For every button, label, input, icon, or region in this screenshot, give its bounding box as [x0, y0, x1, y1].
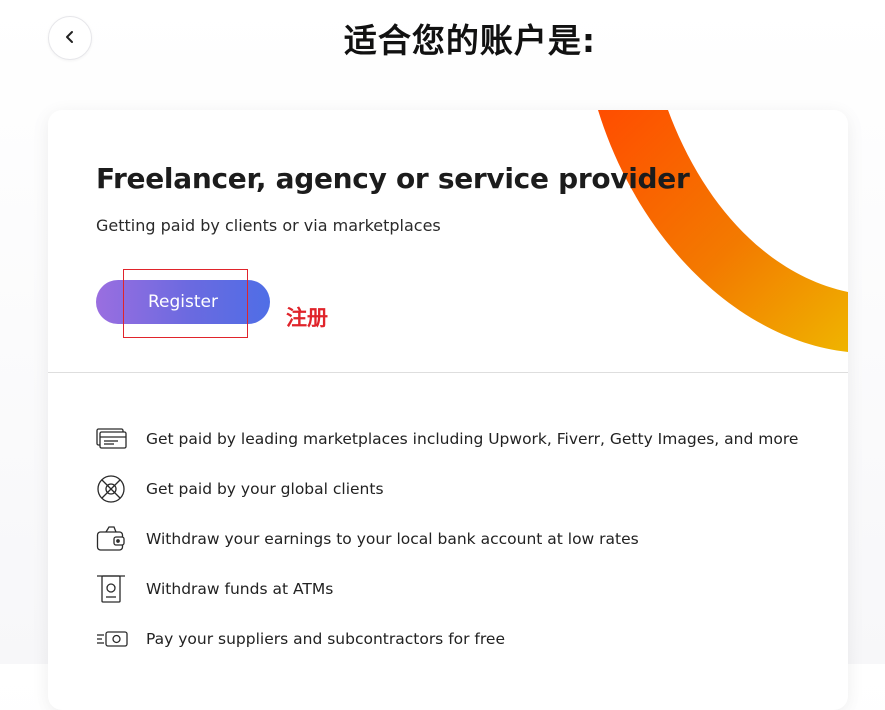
card-title: Freelancer, agency or service provider	[96, 162, 690, 195]
cash-transfer-icon	[96, 624, 130, 654]
marketplace-cards-icon	[96, 424, 130, 454]
account-type-card: Freelancer, agency or service provider G…	[48, 110, 848, 710]
feature-text: Get paid by your global clients	[146, 480, 384, 498]
feature-item: Withdraw funds at ATMs	[96, 564, 798, 614]
wallet-icon	[96, 524, 130, 554]
page-title: 适合您的账户是:	[343, 21, 597, 60]
atm-icon	[96, 574, 130, 604]
feature-text: Pay your suppliers and subcontractors fo…	[146, 630, 505, 648]
divider	[48, 372, 848, 373]
highlight-box	[123, 269, 248, 338]
globe-icon	[96, 474, 130, 504]
feature-item: Pay your suppliers and subcontractors fo…	[96, 614, 798, 664]
feature-text: Withdraw funds at ATMs	[146, 580, 334, 598]
feature-item: Withdraw your earnings to your local ban…	[96, 514, 798, 564]
feature-text: Withdraw your earnings to your local ban…	[146, 530, 639, 548]
card-subtitle: Getting paid by clients or via marketpla…	[96, 216, 441, 235]
annotation-label: 注册	[286, 306, 328, 330]
feature-list: Get paid by leading marketplaces includi…	[96, 414, 798, 664]
feature-text: Get paid by leading marketplaces includi…	[146, 430, 799, 448]
feature-item: Get paid by leading marketplaces includi…	[96, 414, 798, 464]
feature-item: Get paid by your global clients	[96, 464, 798, 514]
